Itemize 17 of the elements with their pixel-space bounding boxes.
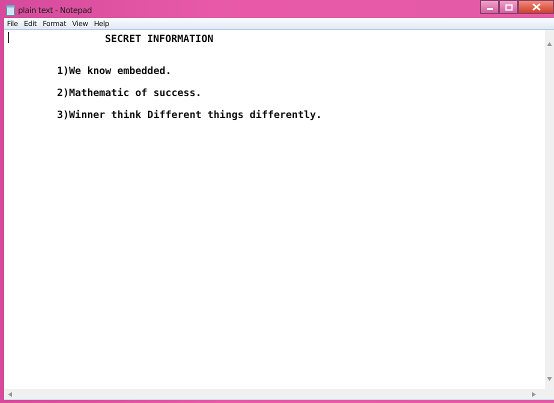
maximize-button[interactable] xyxy=(499,0,518,14)
text-line: 1)We know embedded. xyxy=(56,65,172,78)
text-line: 3)Winner think Different things differently. xyxy=(56,109,323,122)
minimize-button[interactable] xyxy=(480,0,499,14)
window-title: plain text - Notepad xyxy=(18,6,92,14)
vertical-scrollbar[interactable] xyxy=(545,30,554,389)
scroll-left-icon[interactable] xyxy=(8,392,12,396)
scroll-up-icon[interactable] xyxy=(547,42,552,46)
horizontal-scrollbar[interactable] xyxy=(4,389,554,400)
notepad-icon xyxy=(6,4,15,16)
close-icon xyxy=(532,3,540,11)
scroll-right-icon[interactable] xyxy=(532,392,536,396)
maximize-icon xyxy=(504,4,512,10)
text-line: SECRET INFORMATION xyxy=(104,33,214,46)
scroll-down-icon[interactable] xyxy=(547,377,552,381)
text-line: 2)Mathematic of success. xyxy=(56,87,202,100)
close-button[interactable] xyxy=(518,0,554,14)
